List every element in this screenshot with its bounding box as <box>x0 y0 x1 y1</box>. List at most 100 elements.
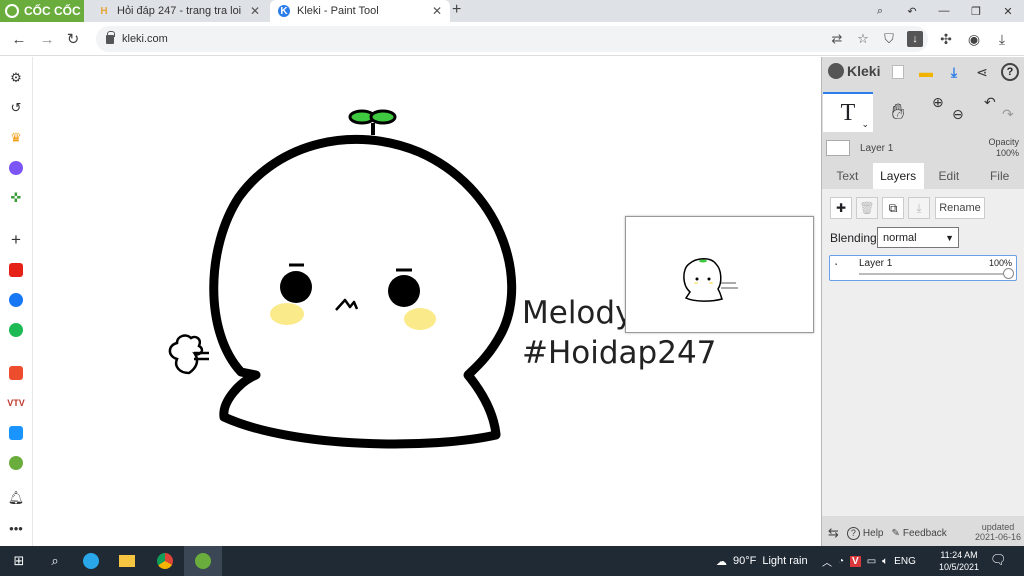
crown-icon[interactable]: ♛ <box>5 127 27 149</box>
navigator-thumbnail <box>683 258 738 302</box>
blending-mode-select[interactable]: normal ▼ <box>877 227 959 248</box>
coccoc-game-icon[interactable] <box>5 452 27 474</box>
downloads-icon[interactable]: ⤓ <box>990 27 1014 51</box>
clock[interactable]: 11:24 AM 10/5/2021 <box>934 549 984 573</box>
duplicate-layer-button[interactable]: ⧉ <box>882 197 904 219</box>
file-explorer-icon[interactable] <box>108 546 146 576</box>
search-icon[interactable]: ⌕ <box>36 546 74 576</box>
tab-hoidap247[interactable]: H Hỏi đáp 247 - trang tra loi ✕ <box>90 0 268 22</box>
settings-gear-icon[interactable]: ⚙ <box>5 67 27 89</box>
feedback-pencil-icon: ✎ <box>891 527 900 539</box>
language-indicator[interactable]: ENG <box>894 556 916 567</box>
youtube-icon[interactable] <box>5 259 27 281</box>
redo-icon[interactable]: ↷ <box>1002 106 1014 123</box>
swap-panel-side-icon[interactable]: ⇆ <box>828 525 839 541</box>
profile-icon[interactable]: ◉ <box>962 27 986 51</box>
reload-button[interactable]: ↻ <box>63 29 83 49</box>
updated-info[interactable]: updated 2021-06-16 <box>975 522 1021 542</box>
chrome-icon[interactable] <box>146 546 184 576</box>
save-download-icon[interactable]: ⤓ <box>944 62 964 82</box>
chevron-down-icon[interactable]: ⌄ <box>861 120 869 130</box>
zoom-in-icon[interactable]: ⊕ <box>932 94 944 111</box>
tab-title: Kleki - Paint Tool <box>297 5 379 17</box>
tray-chevron-icon[interactable]: ︿ <box>822 554 832 569</box>
cloud-rain-icon: ☁ <box>716 555 727 568</box>
feedback-link[interactable]: ✎ Feedback <box>891 528 946 539</box>
share-icon[interactable]: ⋖ <box>972 62 992 82</box>
coccoc-taskbar-icon[interactable] <box>184 546 222 576</box>
layer-item-opacity: 100% <box>988 258 1012 268</box>
spotify-icon[interactable] <box>5 319 27 341</box>
blending-mode-value: normal <box>883 231 917 244</box>
shopee-icon[interactable] <box>5 362 27 384</box>
feedback-label: Feedback <box>902 527 947 539</box>
kleki-footer: ⇆ ? Help ✎ Feedback updated 2021-06-16 <box>822 520 1024 546</box>
kleki-favicon-icon: K <box>278 5 290 17</box>
tab-kleki[interactable]: K Kleki - Paint Tool ✕ <box>270 0 450 22</box>
messenger-icon[interactable] <box>5 157 27 179</box>
minimize-button[interactable]: — <box>928 0 960 22</box>
close-tab-icon[interactable]: ✕ <box>250 4 260 18</box>
translate-icon[interactable]: ⇄ <box>824 31 850 47</box>
undo-icon[interactable]: ↶ <box>984 94 996 111</box>
kleki-logo[interactable]: Kleki <box>828 63 880 79</box>
tiki-icon[interactable] <box>5 422 27 444</box>
layer-opacity-slider[interactable] <box>859 273 1010 275</box>
layer-list-item[interactable]: ▪︎ Layer 1 100% <box>829 255 1017 281</box>
rename-layer-button[interactable]: Rename <box>935 197 985 219</box>
volume-icon[interactable]: 🔈︎ <box>882 556 888 567</box>
download-page-icon[interactable]: ↓ <box>907 31 923 47</box>
tab-text[interactable]: Text <box>822 163 873 189</box>
current-layer-info: Layer 1 Opacity 100% <box>822 137 1024 161</box>
text-tool-button[interactable]: T ⌄ <box>823 92 873 132</box>
address-bar[interactable]: kleki.com ⇄ ☆ ⛉ ↓ <box>96 26 928 52</box>
history-icon[interactable]: ↺ <box>5 97 27 119</box>
help-circle-icon[interactable]: ? <box>1000 62 1020 82</box>
bookmark-star-icon[interactable]: ☆ <box>850 31 876 47</box>
shield-icon[interactable]: ⛉ <box>876 31 902 47</box>
extensions-icon[interactable]: ✣ <box>934 27 958 51</box>
add-app-icon[interactable]: + <box>5 229 27 251</box>
battery-icon[interactable]: ▭ <box>867 556 876 567</box>
vtv-icon[interactable]: VTV <box>5 392 27 414</box>
drawing-canvas[interactable]: Melody #Hoidap247 <box>34 57 821 546</box>
delete-layer-button[interactable]: 🗑︎ <box>856 197 878 219</box>
tab-edit[interactable]: Edit <box>924 163 975 189</box>
zoom-out-icon[interactable]: ⊖ <box>952 106 964 123</box>
hoidap-favicon-icon: H <box>100 5 108 17</box>
back-icon[interactable]: ↶ <box>896 0 928 22</box>
layer-opacity-slider-handle[interactable] <box>1003 268 1014 279</box>
close-tab-icon[interactable]: ✕ <box>432 4 442 18</box>
back-button[interactable]: ← <box>9 29 29 49</box>
notification-bell-icon[interactable]: 🔔︎ <box>5 487 27 509</box>
hand-tool-button[interactable]: ✋︎ <box>880 96 916 128</box>
windows-start-icon[interactable]: ⊞ <box>0 546 38 576</box>
new-tab-button[interactable]: + <box>452 1 461 19</box>
help-link[interactable]: ? Help <box>846 526 883 540</box>
tab-layers[interactable]: Layers <box>872 163 924 189</box>
merge-down-button[interactable]: ⤓ <box>908 197 930 219</box>
gamepad-icon[interactable]: ✜ <box>5 187 27 209</box>
network-icon[interactable]: ◔ <box>838 556 844 567</box>
brand-label: CỐC CỐC <box>24 4 81 18</box>
tab-search-icon[interactable]: ⌕ <box>864 0 896 22</box>
edge-icon[interactable] <box>72 546 110 576</box>
opacity-value: 100% <box>995 148 1019 158</box>
left-cheek <box>270 303 304 325</box>
weather-widget[interactable]: ☁ 90°F Light rain <box>716 546 808 576</box>
close-window-button[interactable]: ✕ <box>992 0 1024 22</box>
more-options-icon[interactable]: ••• <box>5 517 27 539</box>
add-layer-button[interactable]: ✚ <box>830 197 852 219</box>
notification-center-icon[interactable]: 🗨︎ <box>990 552 1007 568</box>
forward-button[interactable]: → <box>37 29 57 49</box>
canvas-navigator-preview[interactable] <box>625 216 814 333</box>
restore-button[interactable]: ❐ <box>960 0 992 22</box>
lock-icon[interactable] <box>106 30 115 44</box>
new-image-icon[interactable] <box>888 62 908 82</box>
sprout-icon <box>348 109 397 135</box>
tab-file[interactable]: File <box>974 163 1024 189</box>
vivaldi-tray-icon[interactable]: V <box>850 555 861 567</box>
open-folder-icon[interactable]: ▬ <box>916 62 936 82</box>
coccoc-menu-button[interactable]: CỐC CỐC <box>0 0 84 22</box>
facebook-icon[interactable] <box>5 289 27 311</box>
